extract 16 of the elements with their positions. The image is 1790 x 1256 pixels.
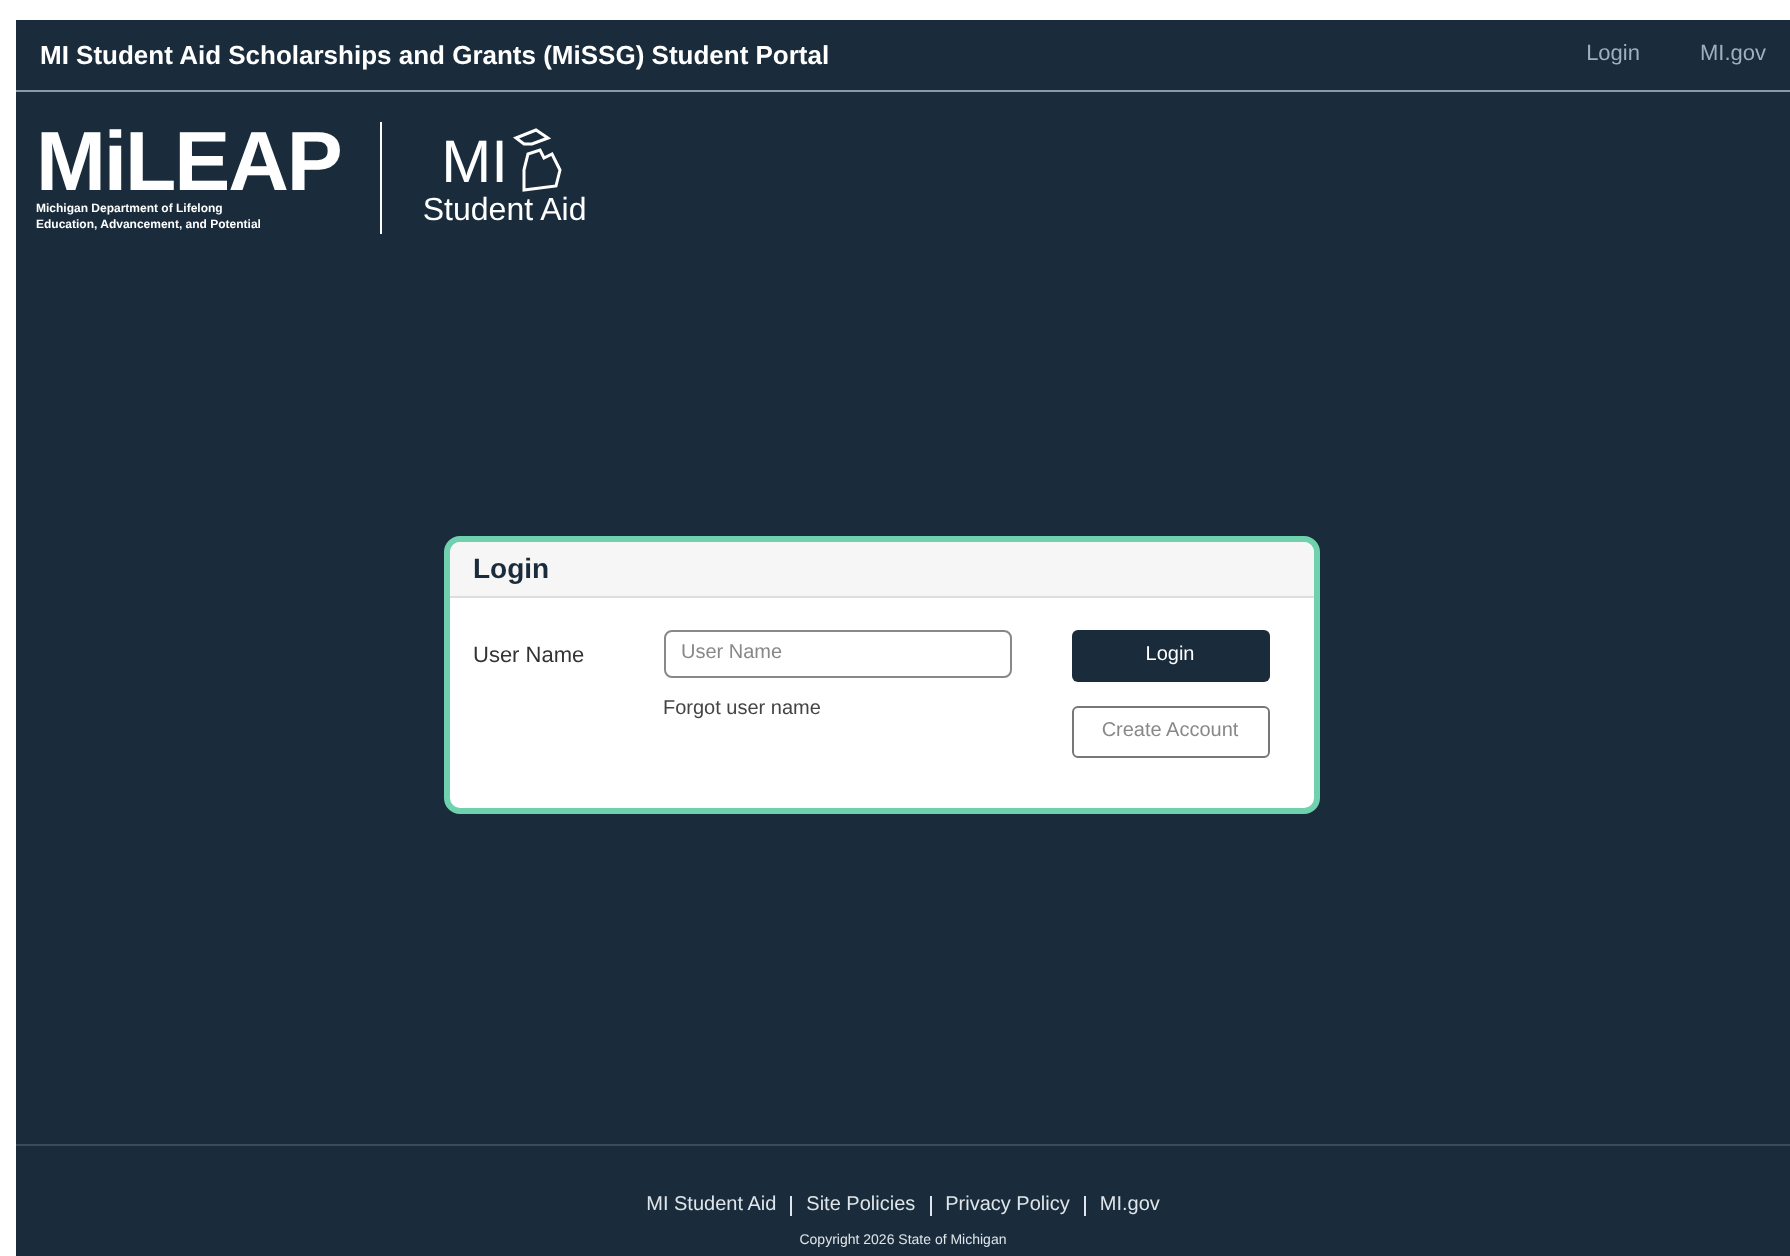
forgot-username-link[interactable]: Forgot user name (663, 693, 1011, 723)
username-input[interactable]: User Name (663, 629, 1011, 677)
footer-link[interactable]: Site Policies (806, 1190, 916, 1220)
footer-link[interactable]: MI Student Aid (646, 1190, 777, 1220)
footer-link[interactable]: MI.gov (1099, 1190, 1160, 1220)
header-link[interactable]: Login (1586, 38, 1640, 72)
mileap-logo: MiLEAP (36, 122, 341, 202)
header-link[interactable]: MI.gov (1699, 38, 1766, 72)
card-title: Login (473, 549, 550, 588)
mi-logo: MI (441, 134, 508, 194)
site-title: MI Student Aid Scholarships and Grants (MiSSG) Student Portal (40, 37, 832, 74)
student-aid-logo: Student Aid (422, 194, 587, 230)
footer-link[interactable]: Privacy Policy (945, 1190, 1070, 1220)
field-label: User Name (473, 641, 587, 671)
login-button[interactable]: Login (1071, 629, 1269, 681)
create-account-button[interactable]: Create Account (1071, 705, 1269, 757)
